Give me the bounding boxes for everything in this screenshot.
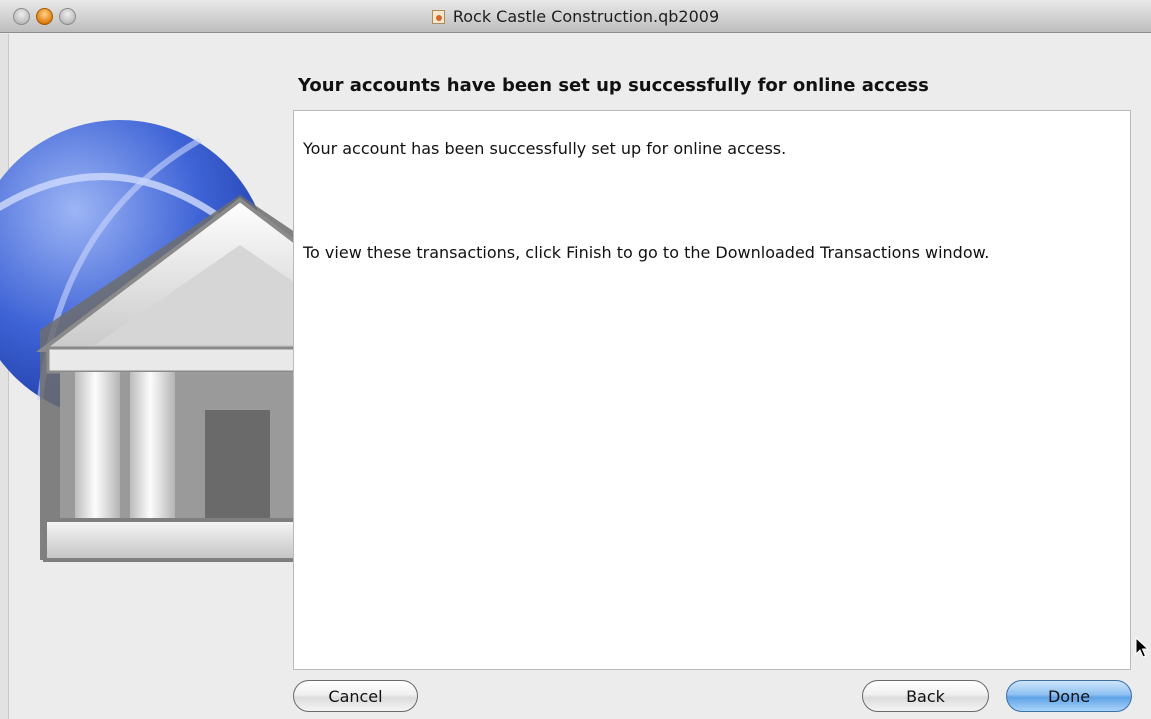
mouse-pointer-icon <box>1135 637 1149 658</box>
instruction-message: To view these transactions, click Finish… <box>303 243 990 262</box>
cancel-button[interactable]: Cancel <box>293 680 418 712</box>
success-message: Your account has been successfully set u… <box>303 139 787 158</box>
done-button[interactable]: Done <box>1006 680 1132 712</box>
page-title: Your accounts have been set up successfu… <box>298 75 929 96</box>
back-button[interactable]: Back <box>862 680 989 712</box>
window-titlebar[interactable]: Rock Castle Construction.qb2009 <box>0 0 1151 33</box>
window-title: Rock Castle Construction.qb2009 <box>452 7 720 26</box>
message-panel: Your account has been successfully set u… <box>293 110 1131 670</box>
document-icon <box>431 9 445 24</box>
window-title-area: Rock Castle Construction.qb2009 <box>0 0 1151 33</box>
